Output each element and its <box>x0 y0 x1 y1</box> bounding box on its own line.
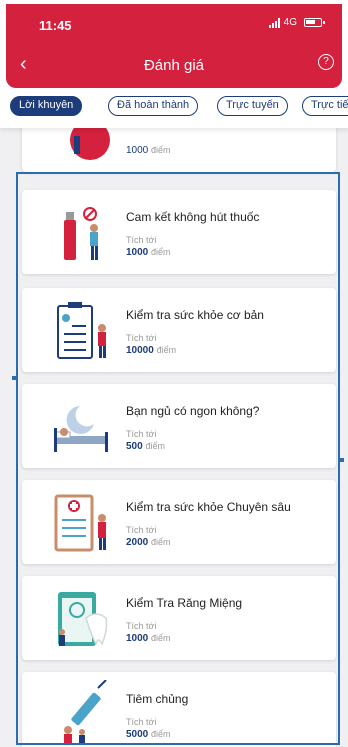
points-value: 1000 điểm <box>126 247 171 258</box>
points-label: Tích tới <box>126 525 157 535</box>
syringe-icon <box>50 679 114 747</box>
clipboard-icon <box>50 296 114 364</box>
medical-checkup-icon <box>50 488 114 556</box>
points-value: 500 điểm <box>126 441 165 452</box>
status-bar: 11:45 4G <box>6 4 342 40</box>
highlight-marker-left <box>12 376 16 380</box>
signal-icon <box>268 17 280 28</box>
list-item[interactable]: Bạn ngủ có ngon không? Tích tới 500 điểm <box>22 384 336 468</box>
assessment-name: Kiểm tra sức khỏe Chuyên sâu <box>126 500 291 514</box>
phone-screen: 11:45 4G ‹ Đánh giá ? Lời khuyên Đã hoàn… <box>0 0 348 747</box>
sleep-icon <box>50 392 114 460</box>
tab-da-hoan-thanh[interactable]: Đã hoàn thành <box>108 96 199 116</box>
assessment-list[interactable]: 1000 điểm Cam kết không hút thuốc Tích t… <box>0 128 348 747</box>
network-type: 4G <box>283 17 297 28</box>
points-label: Tích tới <box>126 621 157 631</box>
assessment-name: Cam kết không hút thuốc <box>126 210 260 224</box>
points-value: 5000 điểm <box>126 729 171 740</box>
status-time: 11:45 <box>39 18 72 33</box>
list-item[interactable]: 1000 điểm <box>22 128 336 172</box>
help-icon[interactable]: ? <box>318 54 334 70</box>
assessment-name: Tiêm chủng <box>126 692 189 706</box>
points-label: Tích tới <box>126 235 157 245</box>
points-label: Tích tới <box>126 717 157 727</box>
no-smoking-icon <box>50 198 114 266</box>
tab-truc-tuyen[interactable]: Trực tuyến <box>217 96 288 116</box>
points-value: 1000 điểm <box>126 145 171 156</box>
points-value: 10000 điểm <box>126 345 177 356</box>
app-header: 11:45 4G ‹ Đánh giá ? <box>6 4 342 88</box>
list-item[interactable]: Kiểm Tra Răng Miệng Tích tới 1000 điểm <box>22 576 336 660</box>
points-label: Tích tới <box>126 429 157 439</box>
list-item[interactable]: Tiêm chủng Tích tới 5000 điểm <box>22 672 336 747</box>
battery-icon <box>304 18 325 27</box>
list-item[interactable]: Cam kết không hút thuốc Tích tới 1000 đi… <box>22 190 336 274</box>
points-value: 2000 điểm <box>126 537 171 548</box>
nav-bar: ‹ Đánh giá ? <box>6 48 342 82</box>
filter-tabs: Lời khuyên Đã hoàn thành Trực tuyến Trực… <box>0 88 348 128</box>
points-value: 1000 điểm <box>126 633 171 644</box>
assessment-name: Kiểm tra sức khỏe cơ bản <box>126 308 264 322</box>
list-item[interactable]: Kiểm tra sức khỏe Chuyên sâu Tích tới 20… <box>22 480 336 564</box>
tab-loi-khuyen[interactable]: Lời khuyên <box>10 96 83 116</box>
tooth-icon <box>50 584 114 652</box>
page-title: Đánh giá <box>143 57 205 74</box>
tab-truc-tiep[interactable]: Trực tiếp <box>302 96 348 116</box>
points-label: Tích tới <box>126 333 157 343</box>
highlight-marker-right <box>340 458 344 462</box>
assessment-name: Kiểm Tra Răng Miệng <box>126 596 243 610</box>
signal-indicator: 4G <box>268 17 325 28</box>
assessment-illustration <box>50 128 114 164</box>
assessment-name: Bạn ngủ có ngon không? <box>126 404 260 418</box>
list-item[interactable]: Kiểm tra sức khỏe cơ bản Tích tới 10000 … <box>22 288 336 372</box>
